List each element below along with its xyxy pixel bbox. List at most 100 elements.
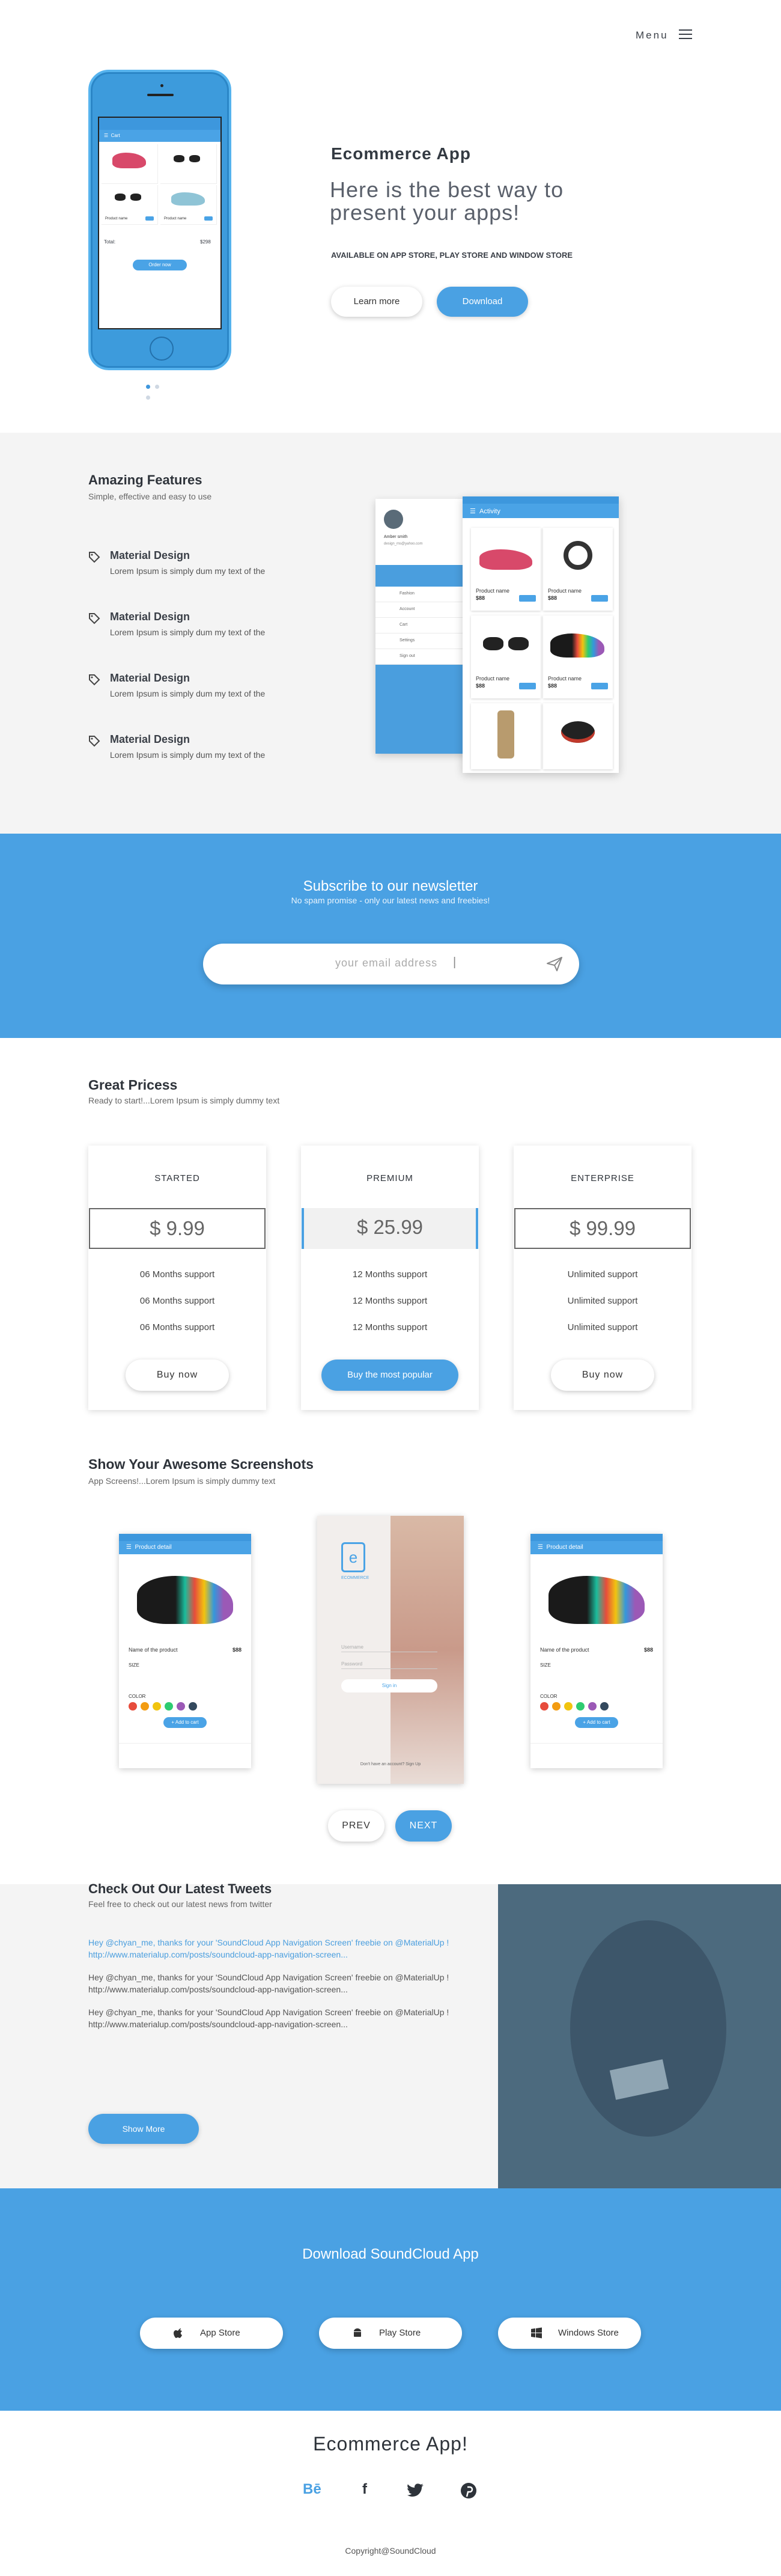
text-cursor: | — [453, 956, 457, 969]
download-title: Download SoundCloud App — [302, 2246, 479, 2262]
product-name: Product name — [548, 588, 582, 594]
activity-product-tile[interactable]: Product name $88 — [543, 528, 613, 611]
glasses-image — [174, 155, 204, 165]
phone-speaker — [147, 94, 174, 96]
next-button[interactable]: NEXT — [395, 1810, 452, 1842]
pinterest-icon[interactable] — [460, 2482, 477, 2499]
apple-icon — [174, 2328, 182, 2338]
color-swatch[interactable] — [165, 1702, 173, 1711]
feature-text: Lorem Ipsum is simply dum my text of the — [110, 750, 266, 760]
prev-button[interactable]: PREV — [328, 1810, 384, 1842]
plan-name: ENTERPRISE — [571, 1173, 634, 1183]
activity-product-tile[interactable]: Product name $88 — [543, 615, 613, 698]
add-to-cart-button[interactable]: + Add to cart — [575, 1717, 618, 1728]
phone-product-tile — [160, 144, 217, 184]
plan-price: $ 9.99 — [89, 1208, 266, 1249]
add-button[interactable] — [591, 595, 608, 602]
facebook-icon[interactable]: f — [356, 2481, 374, 2499]
newsletter-section — [0, 834, 781, 1038]
buy-popular-button[interactable]: Buy the most popular — [321, 1360, 458, 1391]
play-store-button[interactable]: Play Store — [319, 2318, 462, 2349]
phone-product-tile: Product name — [102, 185, 158, 225]
screenshot-product-detail[interactable]: ☰ Product detail Name of the product $88… — [119, 1534, 251, 1768]
activity-status-bar — [463, 496, 619, 504]
windows-store-button[interactable]: Windows Store — [498, 2318, 641, 2349]
color-swatch[interactable] — [576, 1702, 585, 1711]
hamburger-icon[interactable] — [679, 29, 692, 39]
learn-more-button[interactable]: Learn more — [331, 287, 422, 317]
email-placeholder: your email address — [335, 957, 438, 969]
feature-title: Material Design — [110, 733, 190, 745]
activity-product-tile[interactable]: Product name $88 — [471, 615, 541, 698]
buy-now-button[interactable]: Buy now — [126, 1360, 229, 1391]
drawer-item[interactable]: Sign out — [375, 649, 469, 665]
pricing-card-started: STARTED $ 9.99 06 Months support 06 Mont… — [88, 1146, 266, 1410]
sign-in-button[interactable]: Sign in — [341, 1679, 437, 1692]
username-field[interactable]: Username — [341, 1644, 437, 1652]
color-swatch[interactable] — [588, 1702, 597, 1711]
screenshot-login[interactable]: e ECOMMERCE Username Password Sign in Do… — [317, 1516, 464, 1784]
show-more-button[interactable]: Show More — [88, 2114, 199, 2144]
color-swatch[interactable] — [129, 1702, 137, 1711]
feature-item: Material Design Lorem Ipsum is simply du… — [88, 733, 329, 763]
shoe-image — [550, 633, 604, 658]
product-name: Product name — [476, 676, 510, 682]
twitter-icon[interactable] — [407, 2483, 424, 2498]
availability-text: AVAILABLE ON APP STORE, PLAY STORE AND W… — [331, 251, 573, 260]
detail-header: Product detail — [135, 1544, 172, 1551]
screenshot-product-detail[interactable]: ☰ Product detail Name of the product $88… — [530, 1534, 663, 1768]
app-store-button[interactable]: App Store — [140, 2318, 283, 2349]
color-swatch[interactable] — [153, 1702, 161, 1711]
features-subtitle: Simple, effective and easy to use — [88, 492, 212, 501]
color-swatch[interactable] — [189, 1702, 197, 1711]
tweet-item[interactable]: Hey @chyan_me, thanks for your 'SoundClo… — [88, 1937, 473, 1961]
send-icon[interactable] — [547, 957, 562, 971]
color-swatch[interactable] — [177, 1702, 185, 1711]
drawer-item[interactable]: Settings — [375, 633, 469, 649]
activity-product-tile[interactable] — [543, 703, 613, 769]
screenshots-subtitle: App Screens!...Lorem Ipsum is simply dum… — [88, 1476, 276, 1486]
buy-now-button[interactable]: Buy now — [551, 1360, 654, 1391]
behance-icon[interactable]: Bē — [303, 2481, 321, 2499]
add-button[interactable] — [519, 595, 536, 602]
color-swatch[interactable] — [564, 1702, 573, 1711]
status-bar — [119, 1534, 251, 1541]
product-name: Product name — [548, 676, 582, 682]
menu-label[interactable]: Menu — [636, 29, 669, 41]
color-swatch[interactable] — [540, 1702, 549, 1711]
drawer-item[interactable]: Fashion — [375, 587, 469, 602]
activity-product-tile[interactable]: Product name $88 — [471, 528, 541, 611]
store-label: App Store — [200, 2328, 240, 2338]
activity-product-tile[interactable] — [471, 703, 541, 769]
carousel-dot[interactable] — [146, 395, 150, 400]
download-button[interactable]: Download — [437, 287, 528, 317]
phone-add-button[interactable] — [145, 216, 154, 221]
drawer-mockup: Amber smith design_ms@yahoo.com Fashion … — [375, 499, 469, 754]
color-swatch[interactable] — [552, 1702, 561, 1711]
drawer-item[interactable]: Account — [375, 602, 469, 618]
store-label: Play Store — [379, 2328, 421, 2338]
carousel-dots[interactable] — [146, 381, 172, 400]
password-field[interactable]: Password — [341, 1661, 437, 1669]
add-button[interactable] — [519, 683, 536, 689]
phone-add-button[interactable] — [204, 216, 213, 221]
product-name: Product name — [164, 217, 187, 221]
newsletter-title: Subscribe to our newsletter — [303, 878, 478, 894]
activity-toolbar: ☰ Activity — [463, 504, 619, 518]
signup-link[interactable]: Don't have an account? Sign Up — [341, 1762, 440, 1766]
add-button[interactable] — [591, 683, 608, 689]
color-swatch[interactable] — [141, 1702, 149, 1711]
drawer-item-label: Settings — [400, 638, 415, 642]
screenshots-title: Show Your Awesome Screenshots — [88, 1456, 314, 1472]
email-field[interactable]: your email address | — [203, 944, 579, 984]
phone-camera — [160, 84, 163, 87]
tweet-item[interactable]: Hey @chyan_me, thanks for your 'SoundClo… — [88, 1971, 473, 1995]
carousel-dot[interactable] — [155, 385, 159, 389]
color-swatch[interactable] — [600, 1702, 609, 1711]
phone-screen: ☰ Cart Product name Product name Total: … — [99, 118, 220, 328]
tweet-item[interactable]: Hey @chyan_me, thanks for your 'SoundClo… — [88, 2006, 473, 2030]
add-to-cart-button[interactable]: + Add to cart — [163, 1717, 207, 1728]
phone-order-button[interactable]: Order now — [133, 260, 187, 270]
drawer-item[interactable]: Cart — [375, 618, 469, 633]
carousel-dot[interactable] — [146, 385, 150, 389]
